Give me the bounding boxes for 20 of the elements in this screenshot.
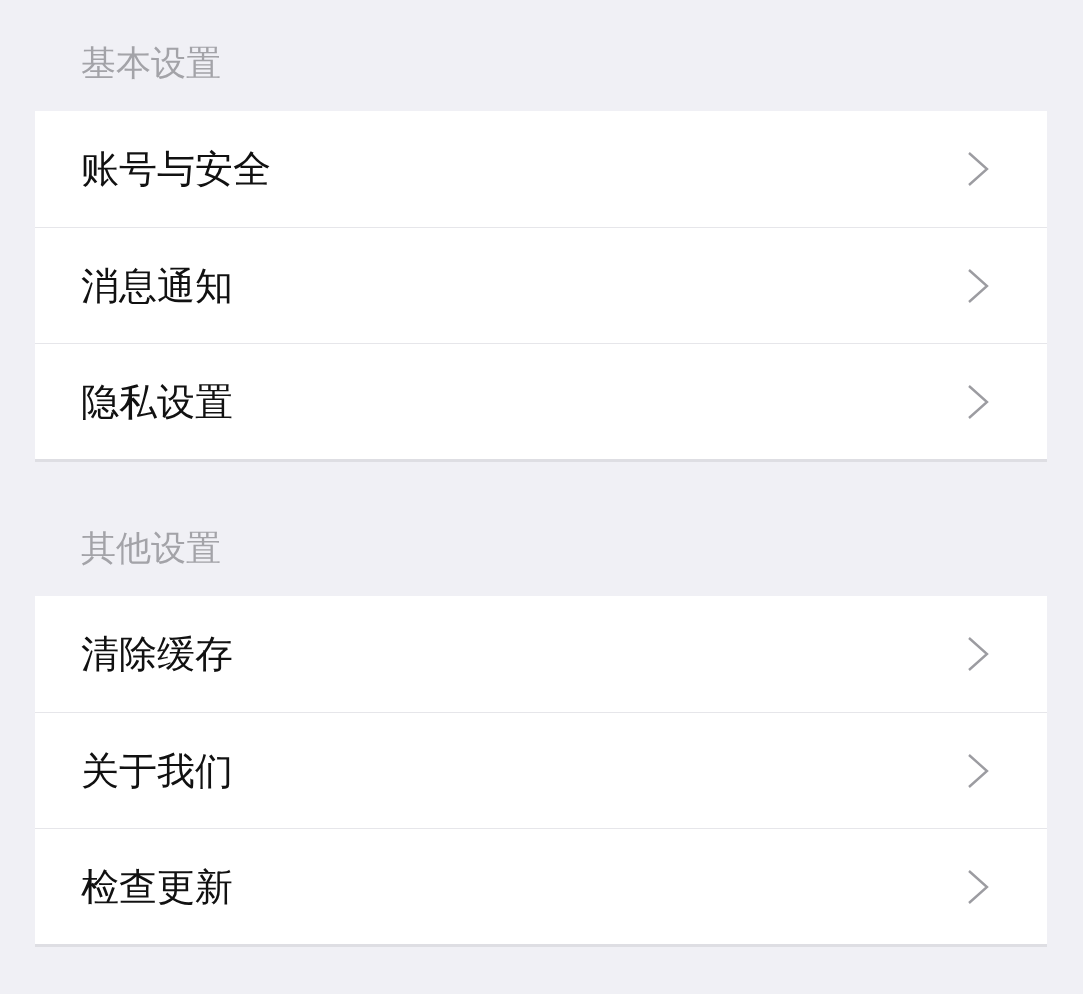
settings-row[interactable]: 关于我们 [35, 712, 1047, 828]
chevron-right-icon [967, 636, 989, 672]
settings-row[interactable]: 检查更新 [35, 828, 1047, 944]
chevron-right-icon [967, 868, 989, 905]
chevron-right-icon [967, 151, 989, 187]
settings-row[interactable]: 清除缓存 [35, 596, 1047, 712]
settings-row[interactable]: 隐私设置 [35, 343, 1047, 459]
settings-row[interactable]: 消息通知 [35, 227, 1047, 343]
row-label: 账号与安全 [81, 150, 271, 188]
chevron-right-icon [967, 267, 989, 304]
row-label: 清除缓存 [81, 635, 233, 673]
chevron-right-icon [967, 752, 989, 789]
section-header: 基本设置 [81, 46, 221, 81]
row-label: 消息通知 [81, 266, 233, 305]
settings-row[interactable]: 账号与安全 [35, 111, 1047, 227]
row-label: 检查更新 [81, 867, 233, 906]
section-header: 其他设置 [81, 531, 221, 566]
row-label: 隐私设置 [81, 382, 233, 421]
row-label: 关于我们 [81, 751, 233, 790]
chevron-right-icon [967, 383, 989, 420]
